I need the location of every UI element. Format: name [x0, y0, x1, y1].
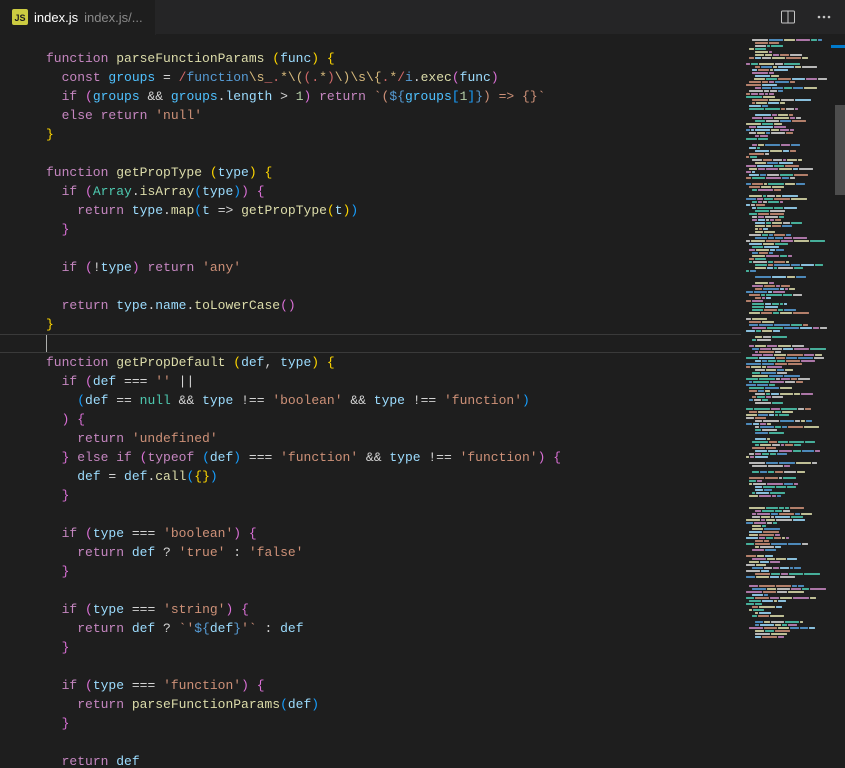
vertical-scrollbar[interactable]: [831, 35, 845, 768]
svg-text:JS: JS: [14, 13, 25, 23]
editor-area: function parseFunctionParams (func) { co…: [0, 35, 845, 768]
minimap-canvas: [745, 39, 827, 639]
text-cursor: [46, 335, 47, 352]
minimap[interactable]: [741, 35, 831, 768]
tab-description: index.js/...: [84, 10, 143, 25]
tab-filename: index.js: [34, 10, 78, 25]
split-editor-icon[interactable]: [777, 6, 799, 28]
editor-tab[interactable]: JS index.js index.js/...: [0, 0, 156, 35]
js-file-icon: JS: [12, 9, 28, 25]
more-icon[interactable]: [813, 6, 835, 28]
code-content[interactable]: function parseFunctionParams (func) { co…: [46, 49, 741, 768]
code-editor[interactable]: function parseFunctionParams (func) { co…: [0, 35, 741, 768]
scrollbar-thumb[interactable]: [835, 105, 845, 195]
overview-marker: [831, 45, 845, 48]
tab-actions: [777, 6, 845, 28]
tab-bar: JS index.js index.js/...: [0, 0, 845, 35]
